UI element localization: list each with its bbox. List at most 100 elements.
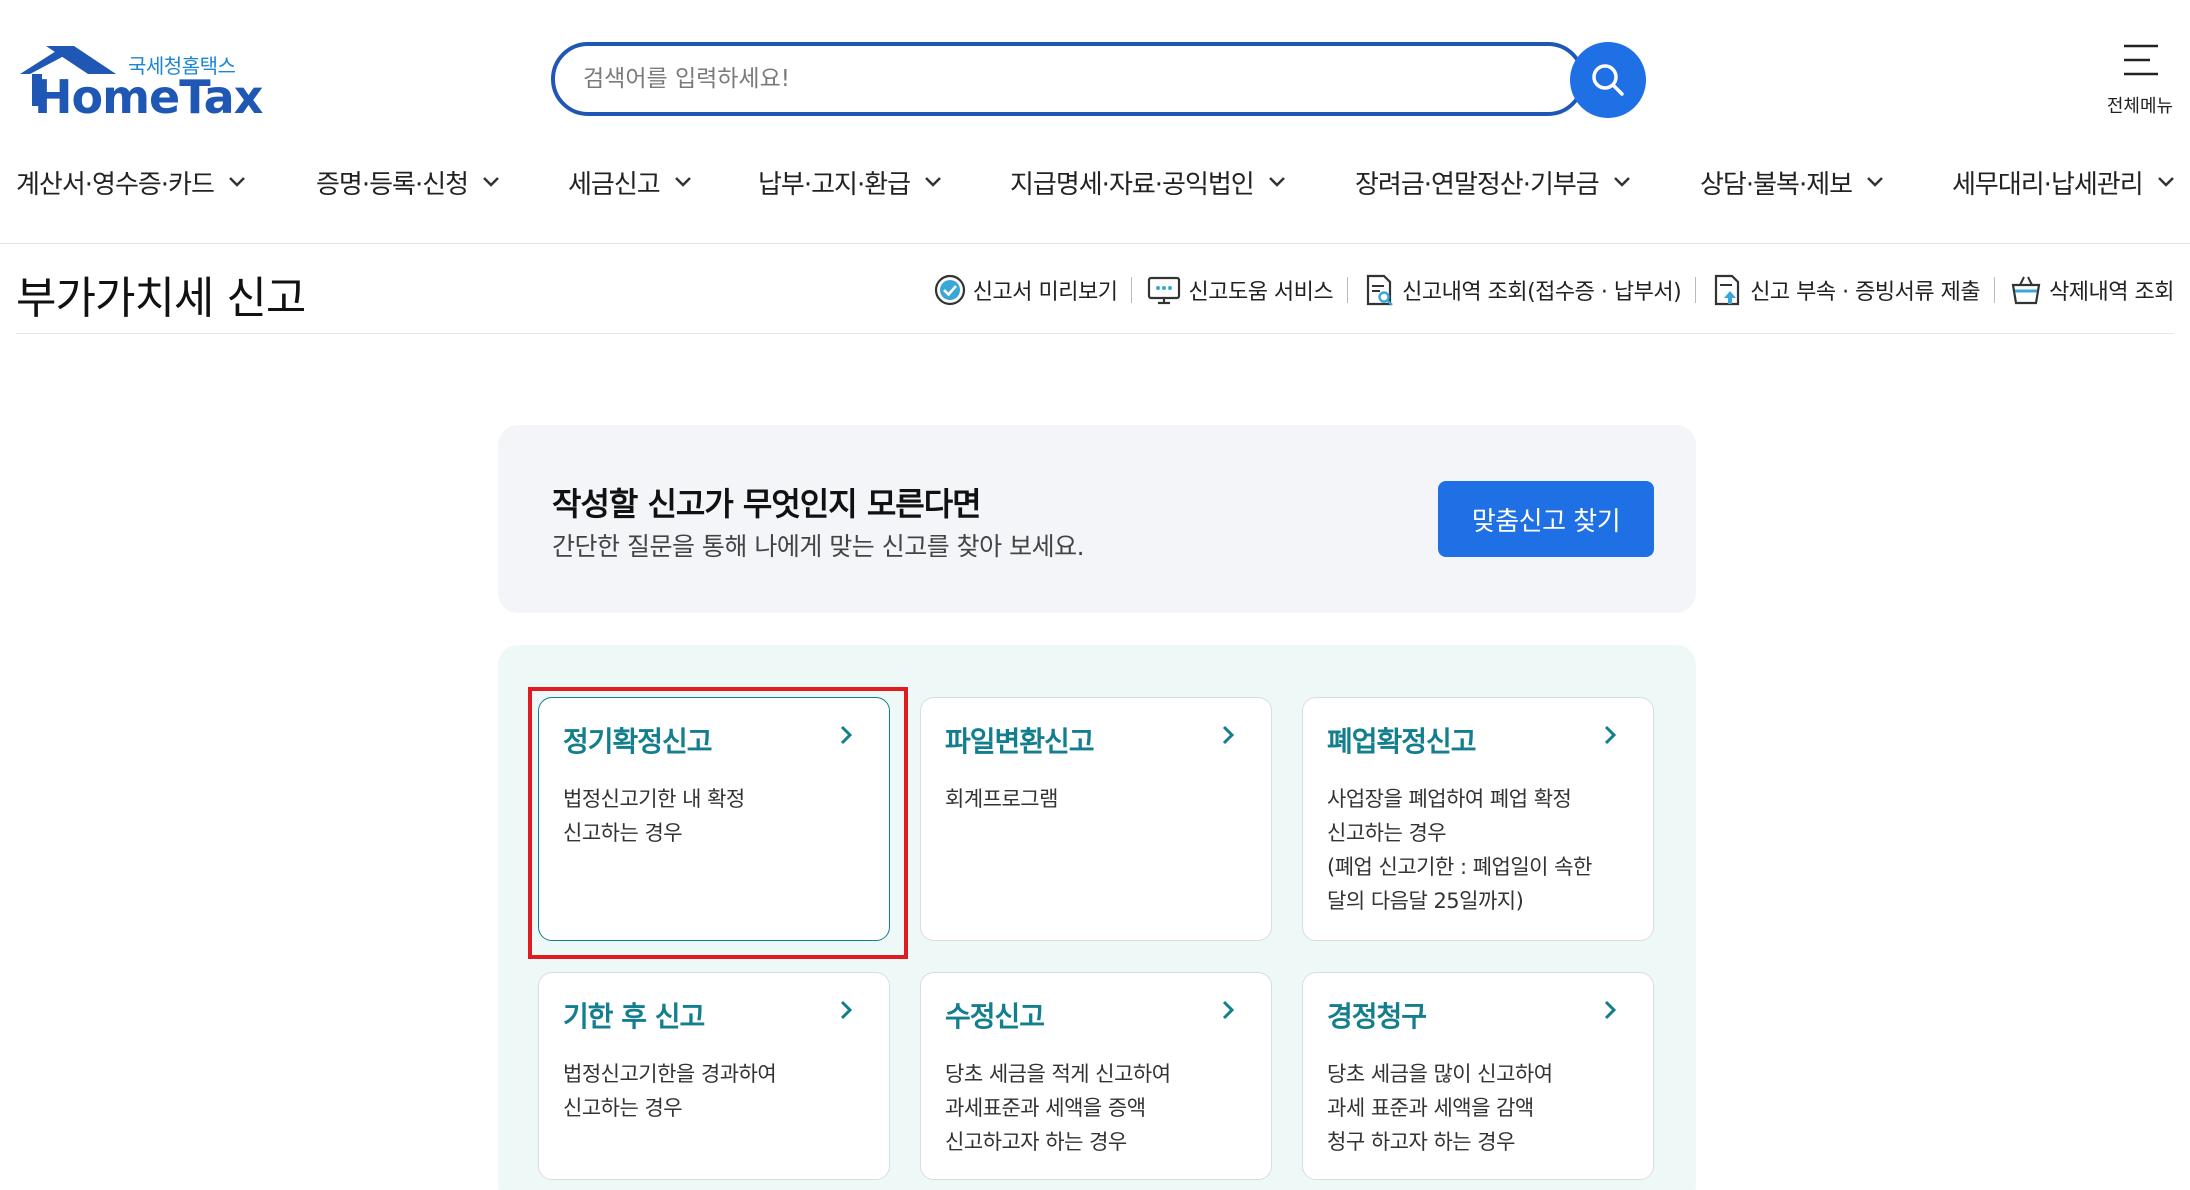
hometax-logo[interactable]: 국세청홈택스 HomeTax <box>16 44 263 124</box>
chevron-down-icon <box>925 177 941 187</box>
all-menu-label: 전체메뉴 <box>2106 96 2174 117</box>
quick-link-submit-documents[interactable]: 신고 부속 · 증빙서류 제출 <box>1710 273 1981 307</box>
card-file-conversion-report[interactable]: 파일변환신고 회계프로그램 <box>920 697 1272 941</box>
gnb-item-label: 증명·등록·신청 <box>316 169 469 200</box>
card-amended-report[interactable]: 수정신고 당초 세금을 적게 신고하여 과세표준과 세액을 증액 신고하고자 하… <box>920 972 1272 1180</box>
quick-link-preview[interactable]: 신고서 미리보기 <box>933 273 1118 307</box>
gnb-divider <box>0 243 2190 244</box>
quick-link-label: 신고내역 조회(접수증 · 납부서) <box>1402 280 1682 305</box>
gnb-item-payment[interactable]: 납부·고지·환급 <box>758 160 942 204</box>
card-description: 회계프로그램 <box>945 782 1058 816</box>
chevron-right-icon <box>1222 725 1235 745</box>
gnb-item-consulting[interactable]: 상담·불복·제보 <box>1700 160 1884 204</box>
logo-wordmark: HomeTax <box>34 70 263 124</box>
card-description: 법정신고기한을 경과하여 신고하는 경우 <box>563 1057 777 1125</box>
card-desc-line: 신고하는 경우 <box>563 821 683 845</box>
card-description: 당초 세금을 많이 신고하여 과세 표준과 세액을 감액 청구 하고자 하는 경… <box>1327 1057 1553 1159</box>
card-title: 경정청구 <box>1327 1000 1427 1033</box>
chevron-down-icon <box>1613 177 1630 187</box>
card-desc-line: 청구 하고자 하는 경우 <box>1327 1130 1515 1154</box>
card-correction-claim[interactable]: 경정청구 당초 세금을 많이 신고하여 과세 표준과 세액을 감액 청구 하고자… <box>1302 972 1654 1180</box>
divider <box>1994 277 1996 303</box>
card-title: 폐업확정신고 <box>1327 725 1477 758</box>
quick-link-label: 삭제내역 조회 <box>2049 280 2174 305</box>
search-input[interactable] <box>583 46 1483 112</box>
card-desc-line: 회계프로그램 <box>945 787 1058 811</box>
card-desc-line: 과세 표준과 세액을 감액 <box>1327 1096 1534 1120</box>
quick-link-deleted[interactable]: 삭제내역 조회 <box>2009 273 2174 307</box>
chevron-down-icon <box>2157 177 2174 187</box>
gnb-item-label: 지급명세·자료·공익법인 <box>1010 169 1255 200</box>
custom-report-banner: 작성할 신고가 무엇인지 모른다면 간단한 질문을 통해 나에게 맞는 신고를 … <box>498 425 1696 613</box>
gnb-item-certificate[interactable]: 증명·등록·신청 <box>316 160 500 204</box>
gnb-item-label: 장려금·연말정산·기부금 <box>1355 169 1600 200</box>
chevron-right-icon <box>1604 1000 1617 1020</box>
card-desc-line: 달의 다음달 25일까지) <box>1327 889 1524 913</box>
gnb-item-label: 세무대리·납세관리 <box>1952 169 2144 200</box>
search-icon <box>1592 64 1624 96</box>
all-menu-button[interactable]: 전체메뉴 <box>2098 38 2182 118</box>
quick-link-label: 신고도움 서비스 <box>1188 280 1334 305</box>
check-circle-icon <box>934 274 965 306</box>
quick-link-label: 신고서 미리보기 <box>972 280 1118 305</box>
card-title: 기한 후 신고 <box>563 1000 705 1033</box>
gnb-item-payment-statement[interactable]: 지급명세·자료·공익법인 <box>1010 160 1286 204</box>
find-custom-report-button[interactable]: 맞춤신고 찾기 <box>1438 481 1654 557</box>
card-desc-line: 사업장을 폐업하여 폐업 확정 <box>1327 787 1572 811</box>
gnb-item-incentive[interactable]: 장려금·연말정산·기부금 <box>1355 160 1631 204</box>
document-upload-icon <box>1715 274 1740 306</box>
chevron-down-icon <box>483 177 499 187</box>
card-title: 수정신고 <box>945 1000 1045 1033</box>
document-search-icon <box>1367 274 1394 306</box>
card-description: 법정신고기한 내 확정 신고하는 경우 <box>563 782 745 850</box>
card-regular-final-report[interactable]: 정기확정신고 법정신고기한 내 확정 신고하는 경우 <box>538 697 890 941</box>
quick-link-label: 신고 부속 · 증빙서류 제출 <box>1750 280 1981 305</box>
card-desc-line: (폐업 신고기한 : 폐업일이 속한 <box>1327 855 1592 879</box>
gnb-item-label: 세금신고 <box>568 169 661 200</box>
gnb-item-invoice[interactable]: 계산서·영수증·카드 <box>16 160 246 204</box>
card-desc-line: 당초 세금을 적게 신고하여 <box>945 1062 1171 1086</box>
chevron-down-icon <box>1268 177 1285 187</box>
divider <box>1347 277 1349 303</box>
card-desc-line: 신고하고자 하는 경우 <box>945 1130 1127 1154</box>
card-title: 파일변환신고 <box>945 725 1095 758</box>
gnb-item-tax-report[interactable]: 세금신고 <box>568 160 692 204</box>
chevron-down-icon <box>674 177 691 187</box>
gnb-item-label: 상담·불복·제보 <box>1700 169 1853 200</box>
card-desc-line: 신고하는 경우 <box>563 1096 683 1120</box>
monitor-help-icon <box>1148 276 1181 305</box>
gnb-item-label: 납부·고지·환급 <box>758 169 911 200</box>
card-desc-line: 신고하는 경우 <box>1327 821 1447 845</box>
basket-icon <box>2011 276 2041 305</box>
chevron-right-icon <box>840 725 853 745</box>
card-description: 사업장을 폐업하여 폐업 확정 신고하는 경우 (폐업 신고기한 : 폐업일이 … <box>1327 782 1592 918</box>
hamburger-icon <box>2124 44 2158 76</box>
chevron-right-icon <box>840 1000 853 1020</box>
card-description: 당초 세금을 적게 신고하여 과세표준과 세액을 증액 신고하고자 하는 경우 <box>945 1057 1171 1159</box>
chevron-right-icon <box>1222 1000 1235 1020</box>
card-desc-line: 법정신고기한 내 확정 <box>563 787 745 811</box>
chevron-down-icon <box>1867 177 1883 187</box>
banner-description: 간단한 질문을 통해 나에게 맞는 신고를 찾아 보세요. <box>552 532 1085 561</box>
banner-title: 작성할 신고가 무엇인지 모른다면 <box>552 485 982 523</box>
divider <box>1695 277 1697 303</box>
report-type-area: 정기확정신고 법정신고기한 내 확정 신고하는 경우 파일변환신고 회계프로그램… <box>498 645 1696 1190</box>
divider <box>1131 277 1133 303</box>
search-box <box>551 42 1585 116</box>
search-button[interactable] <box>1570 42 1646 118</box>
quick-links: 신고서 미리보기 신고도움 서비스 신고내역 조회(접수증 · 납부서) 신고 … <box>933 270 2174 310</box>
card-desc-line: 법정신고기한을 경과하여 <box>563 1062 777 1086</box>
card-late-report[interactable]: 기한 후 신고 법정신고기한을 경과하여 신고하는 경우 <box>538 972 890 1180</box>
title-divider <box>16 333 2174 334</box>
card-closure-final-report[interactable]: 폐업확정신고 사업장을 폐업하여 폐업 확정 신고하는 경우 (폐업 신고기한 … <box>1302 697 1654 941</box>
quick-link-history[interactable]: 신고내역 조회(접수증 · 납부서) <box>1362 273 1682 307</box>
quick-link-help-service[interactable]: 신고도움 서비스 <box>1146 273 1334 307</box>
page-title: 부가가치세 신고 <box>16 273 306 324</box>
card-desc-line: 과세표준과 세액을 증액 <box>945 1096 1146 1120</box>
chevron-down-icon <box>229 177 245 187</box>
card-title: 정기확정신고 <box>563 725 713 758</box>
card-desc-line: 당초 세금을 많이 신고하여 <box>1327 1062 1553 1086</box>
global-nav: 계산서·영수증·카드 증명·등록·신청 세금신고 납부·고지·환급 지급명세·자… <box>0 160 2190 244</box>
chevron-right-icon <box>1604 725 1617 745</box>
gnb-item-tax-agent[interactable]: 세무대리·납세관리 <box>1952 160 2175 204</box>
